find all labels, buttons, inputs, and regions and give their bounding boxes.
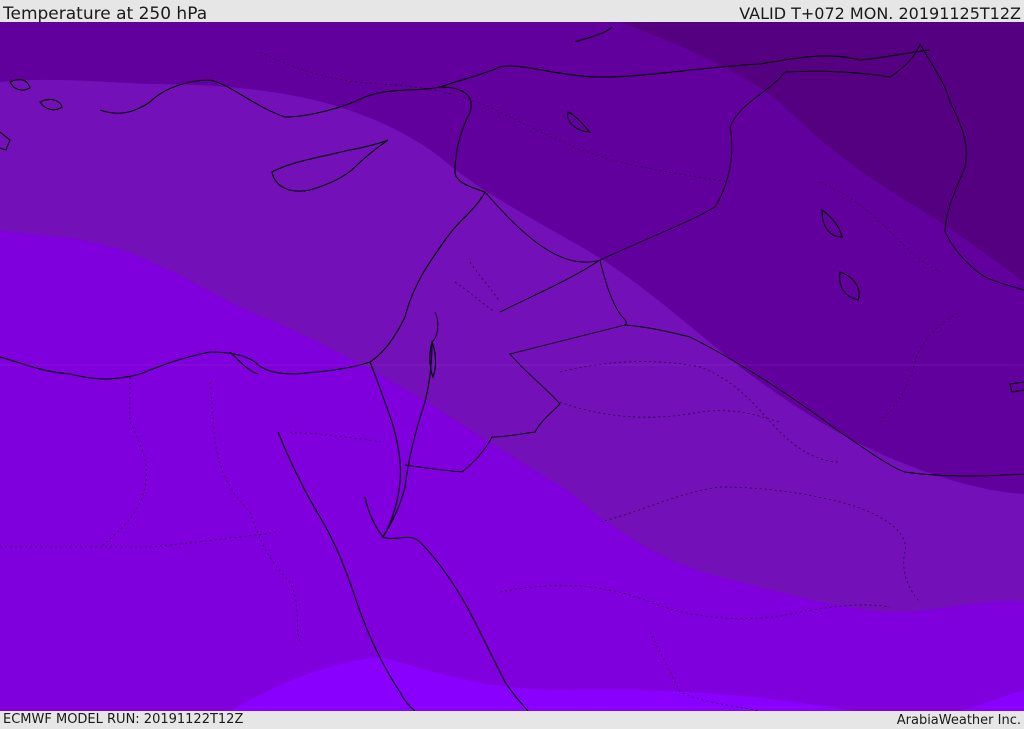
header-bar: Temperature at 250 hPa VALID T+072 MON. …: [0, 0, 1024, 24]
weather-map[interactable]: [0, 22, 1024, 711]
credit-label: ArabiaWeather Inc.: [896, 713, 1021, 728]
temperature-field: [0, 22, 1024, 711]
footer-bar: ECMWF MODEL RUN: 20191122T12Z ArabiaWeat…: [0, 711, 1024, 729]
model-run: ECMWF MODEL RUN: 20191122T12Z: [3, 712, 244, 727]
